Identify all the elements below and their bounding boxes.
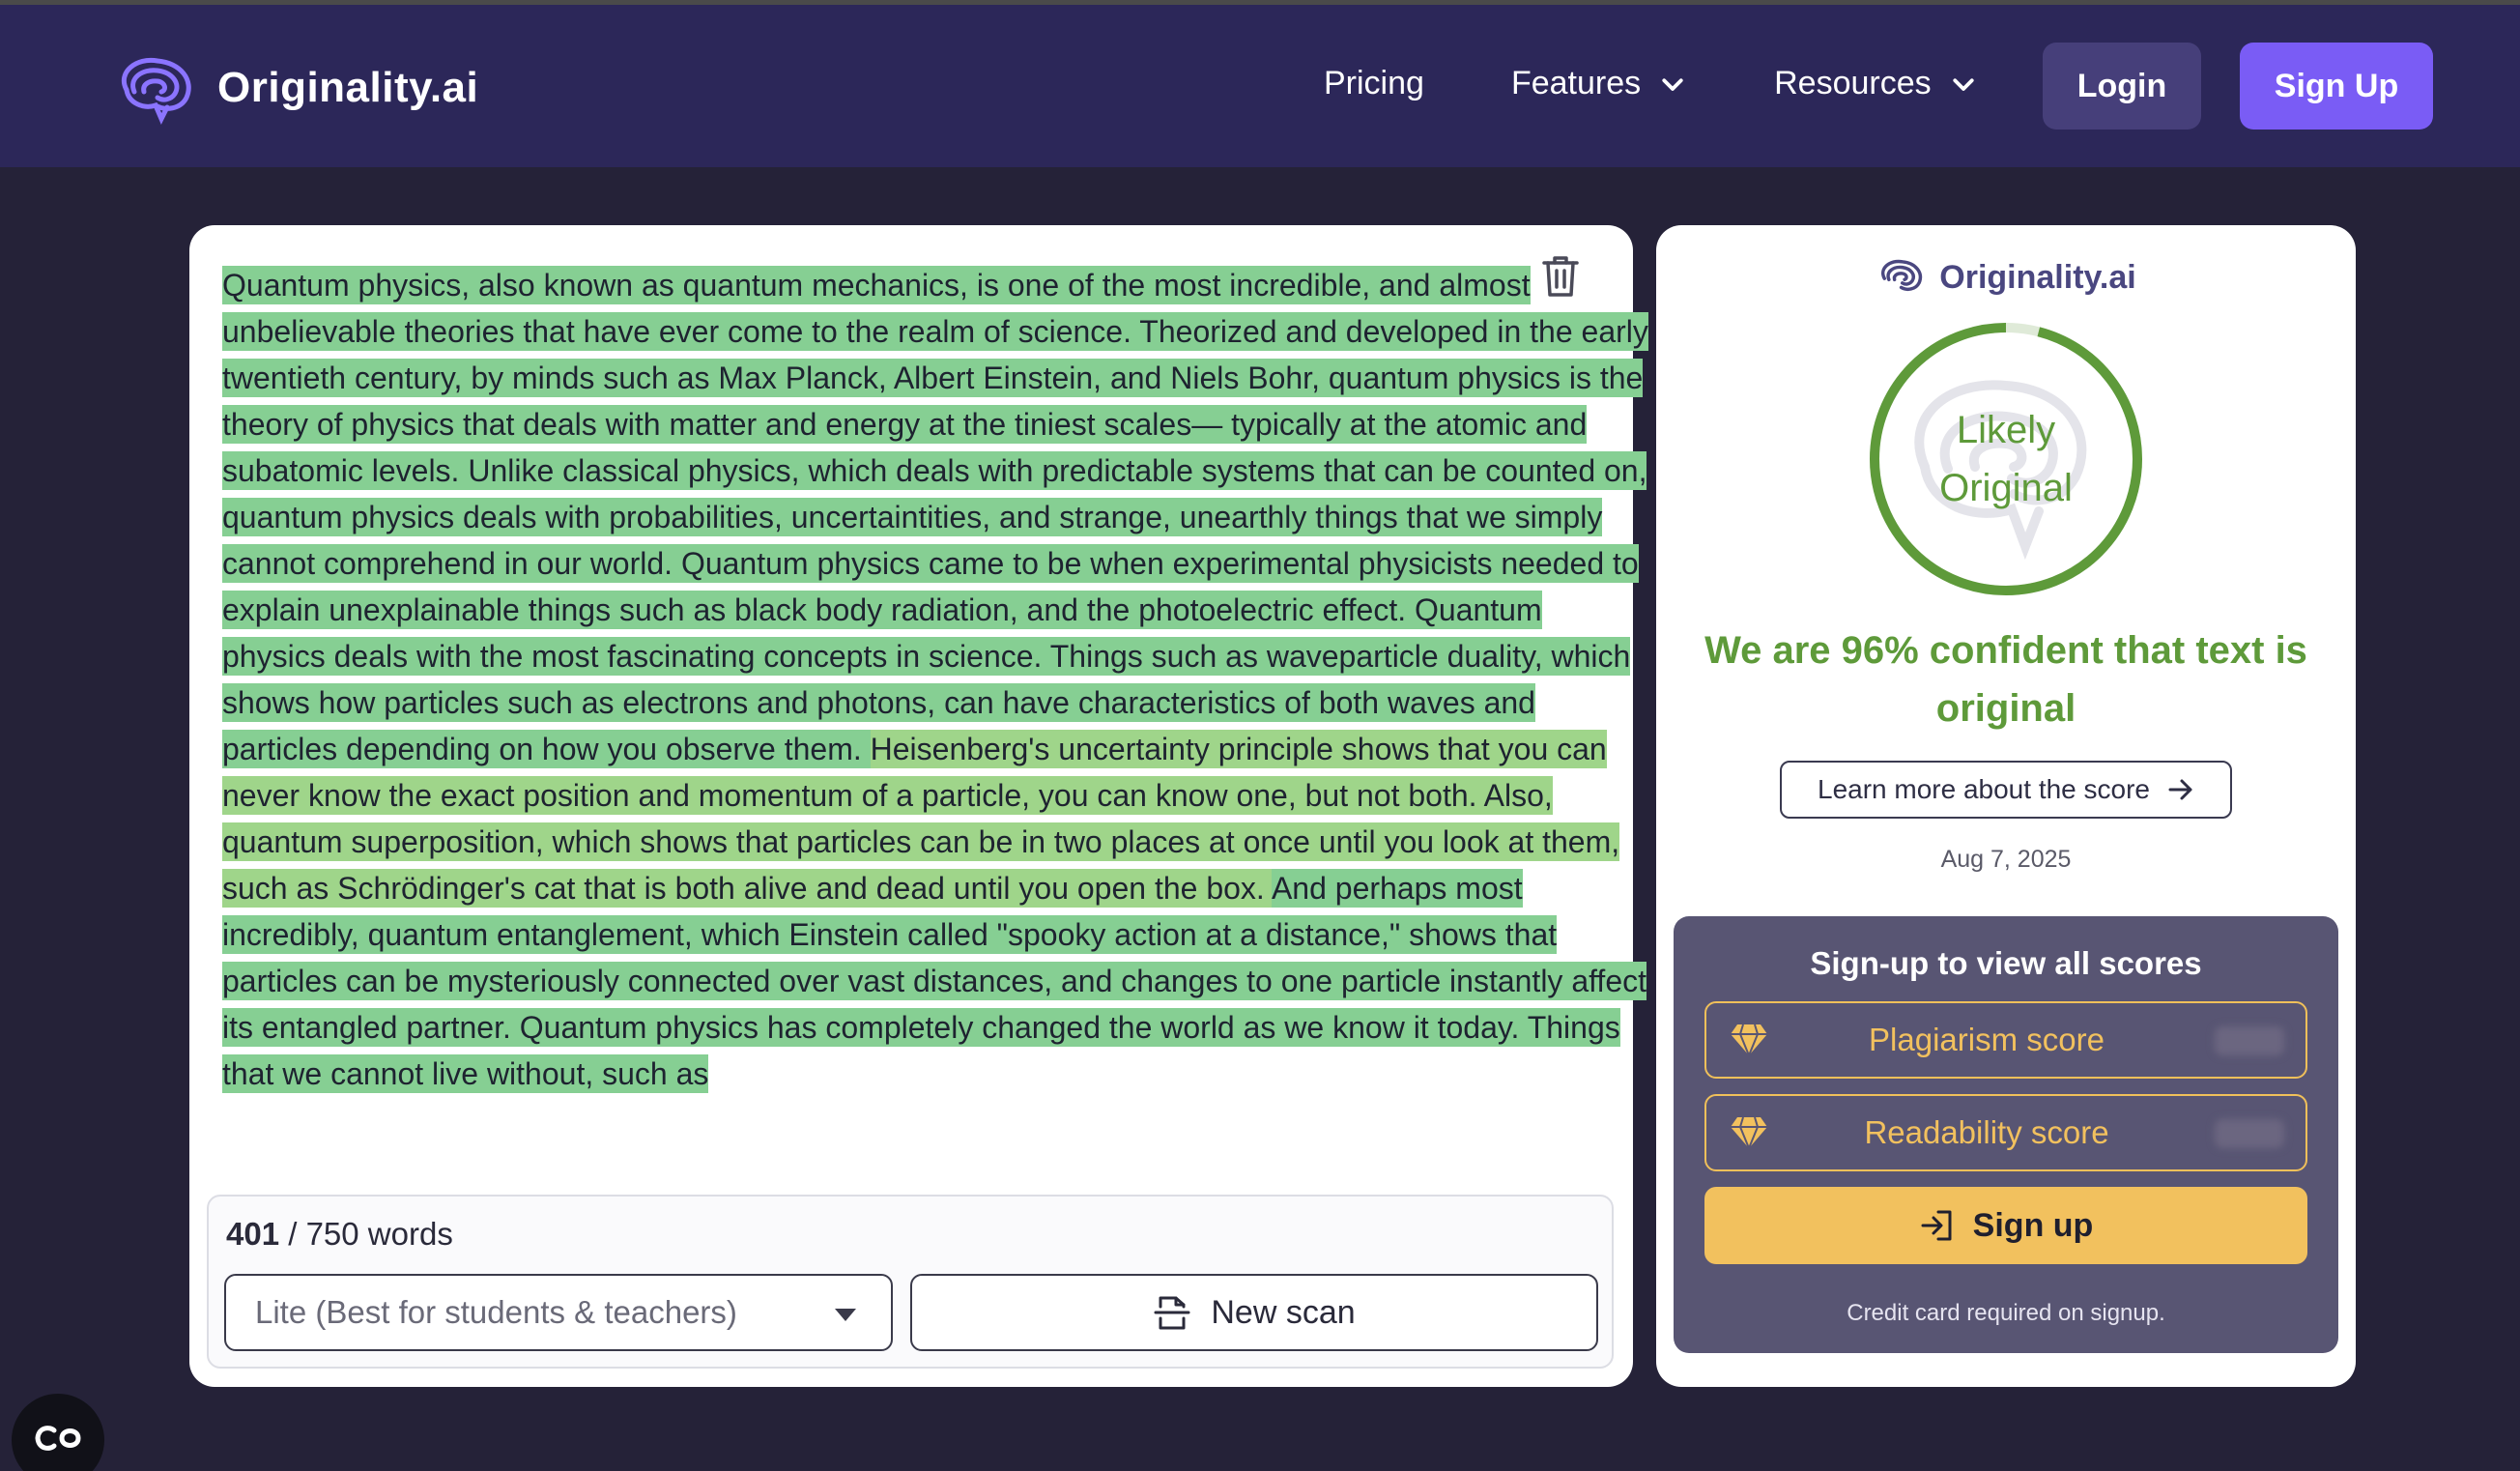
brain-logo-icon [1881,259,1923,292]
signup-upsell-panel: Sign-up to view all scores Plagiarism sc… [1674,916,2338,1353]
closed-captions-icon [35,1426,81,1451]
learn-more-button[interactable]: Learn more about the score [1780,761,2232,819]
scan-controls: 401 / 750 words Lite (Best for students … [207,1195,1614,1369]
gauge-label: Likely Original [1869,322,2143,596]
arrow-right-icon [2168,779,2192,800]
gauge-label-line1: Likely [1956,409,2056,451]
login-arrow-icon [1921,1210,1952,1241]
highlighted-text-segment: Quantum physics, also known as quantum m… [222,266,1648,676]
chevron-down-icon [1953,77,1974,91]
nav-features-label: Features [1510,65,1642,101]
credit-card-note: Credit card required on signup. [1847,1300,2165,1326]
nav-resources-label: Resources [1774,65,1932,101]
closed-captions-button[interactable] [12,1394,104,1471]
nav-links: Pricing Features Resources [1324,65,2065,102]
plagiarism-score-row[interactable]: Plagiarism score [1704,1001,2307,1079]
nav-features-dropdown[interactable]: Features [1511,65,1687,102]
panel-signup-label: Sign up [1972,1206,2094,1244]
learn-more-label: Learn more about the score [1818,774,2150,804]
top-navigation-bar: Originality.ai Pricing Features Resource… [0,5,2520,167]
nav-resources-dropdown[interactable]: Resources [1774,65,1978,102]
results-brand: Originality.ai [1656,256,2356,299]
results-card: Originality.ai Likely Original We are 96… [1656,225,2356,1387]
word-limit: / 750 words [288,1216,453,1252]
brain-logo-icon [121,57,191,125]
blurred-score [2215,1026,2284,1055]
upsell-title: Sign-up to view all scores [1810,945,2202,981]
blurred-score [2215,1119,2284,1148]
panel-signup-button[interactable]: Sign up [1704,1187,2307,1264]
new-scan-label: New scan [1211,1293,1356,1331]
caret-down-icon [835,1309,856,1321]
new-scan-button[interactable]: New scan [910,1274,1598,1351]
signup-button[interactable]: Sign Up [2240,43,2433,130]
nav-pricing-label: Pricing [1324,65,1424,101]
readability-score-row[interactable]: Readability score [1704,1094,2307,1171]
login-button[interactable]: Login [2043,43,2201,130]
scan-date: Aug 7, 2025 [1940,846,2072,873]
scan-document-icon [1154,1296,1190,1330]
brand-logo-link[interactable]: Originality.ai [111,51,478,125]
word-counter: 401 / 750 words [226,1216,453,1253]
brand-name: Originality.ai [217,64,479,111]
word-count: 401 [226,1216,280,1252]
gauge-label-line2: Original [1939,467,2073,509]
analyzed-text-area[interactable]: Quantum physics, also known as quantum m… [222,262,1652,1109]
nav-pricing-link[interactable]: Pricing [1324,65,1424,102]
text-input-card: Quantum physics, also known as quantum m… [189,225,1648,1387]
model-select-value: Lite (Best for students & teachers) [255,1294,737,1330]
model-select[interactable]: Lite (Best for students & teachers) [224,1274,893,1351]
confidence-statement: We are 96% confident that text is origin… [1704,629,2307,730]
results-brand-name: Originality.ai [1939,258,2136,296]
chevron-down-icon [1662,77,1683,91]
